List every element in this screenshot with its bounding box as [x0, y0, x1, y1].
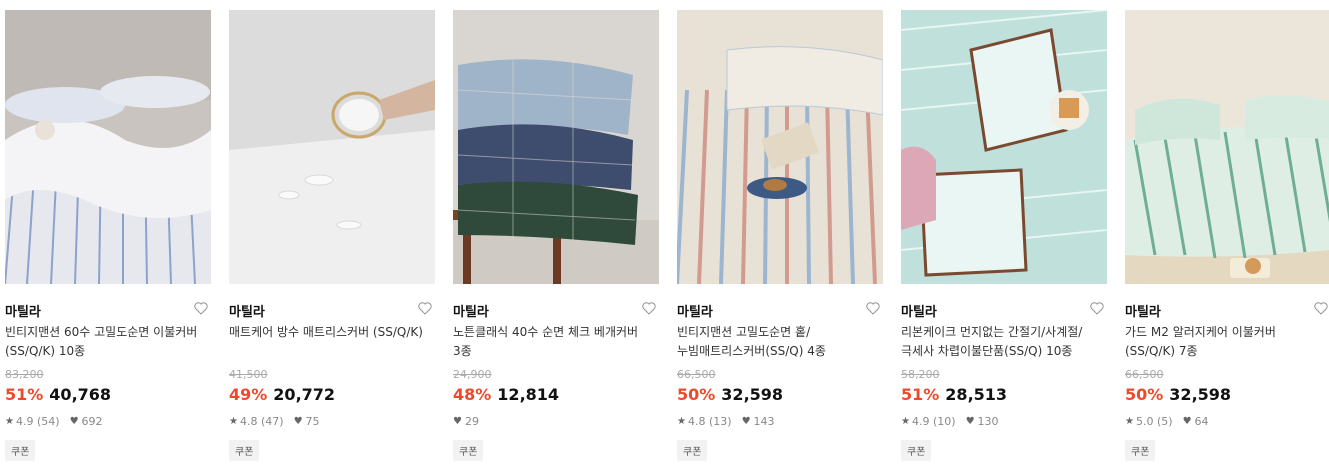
star-icon: ★	[1125, 416, 1134, 427]
original-price: 58,200	[901, 368, 940, 381]
like-count: 143	[753, 415, 775, 428]
product-image[interactable]	[5, 10, 211, 284]
product-image[interactable]	[901, 10, 1107, 284]
product-card[interactable]: 마틸라 매트케어 방수 매트리스커버 (SS/Q/K) 41,500 49% 20…	[229, 10, 435, 461]
heart-filled-icon: ♥	[1182, 416, 1192, 427]
heart-filled-icon: ♥	[965, 416, 975, 427]
product-card[interactable]: 마틸라 빈티지맨션 60수 고밀도순면 이불커버(SS/Q/K) 10종 83,…	[5, 10, 211, 461]
wishlist-heart-icon[interactable]	[417, 300, 435, 318]
brand-name: 마틸라	[1125, 305, 1161, 320]
price-line: 51% 28,513	[901, 385, 1007, 404]
heart-filled-icon: ♥	[293, 416, 303, 427]
wishlist-heart-icon[interactable]	[1313, 300, 1329, 318]
discount-rate: 51%	[5, 385, 44, 404]
price-line: 48% 12,814	[453, 385, 559, 404]
product-stats: ★ 4.9 (54) ♥ 692	[5, 415, 103, 428]
product-title[interactable]: 노튼클래식 40수 순면 체크 베개커버 3종	[453, 323, 653, 361]
product-stats: ★ 4.8 (13) ♥ 143	[677, 415, 775, 428]
original-price: 83,200	[5, 368, 44, 381]
star-icon: ★	[677, 416, 686, 427]
brand-name: 마틸라	[453, 305, 489, 320]
rating-value: 4.8	[687, 415, 706, 428]
product-image[interactable]	[229, 10, 435, 284]
like-count: 75	[305, 415, 320, 428]
product-title[interactable]: 가드 M2 알러지케어 이불커버 (SS/Q/K) 7종	[1125, 323, 1325, 361]
sale-price: 20,772	[273, 385, 336, 404]
heart-filled-icon: ♥	[741, 416, 751, 427]
wishlist-heart-icon[interactable]	[865, 300, 883, 318]
product-stats: ★ 4.9 (10) ♥ 130	[901, 415, 999, 428]
discount-rate: 51%	[901, 385, 940, 404]
product-stats: ♥ 29	[453, 415, 479, 428]
coupon-badge: 쿠폰	[5, 440, 36, 461]
original-price: 41,500	[229, 368, 268, 381]
like-count: 692	[81, 415, 103, 428]
product-image[interactable]	[453, 10, 659, 284]
sale-price: 40,768	[49, 385, 112, 404]
price-line: 51% 40,768	[5, 385, 111, 404]
like-count: 29	[464, 415, 479, 428]
rating-value: 4.9	[15, 415, 34, 428]
heart-filled-icon: ♥	[69, 416, 79, 427]
brand-name: 마틸라	[677, 305, 713, 320]
star-icon: ★	[5, 416, 14, 427]
product-card[interactable]: 마틸라 가드 M2 알러지케어 이불커버 (SS/Q/K) 7종 66,500 …	[1125, 10, 1329, 461]
price-line: 50% 32,598	[677, 385, 783, 404]
wishlist-heart-icon[interactable]	[193, 300, 211, 318]
original-price: 66,500	[677, 368, 716, 381]
review-count: (47)	[260, 415, 284, 428]
star-icon: ★	[901, 416, 910, 427]
review-count: (13)	[708, 415, 732, 428]
brand-name: 마틸라	[901, 305, 937, 320]
original-price: 24,900	[453, 368, 492, 381]
product-title[interactable]: 리본케이크 먼지없는 간절기/사계절/극세사 차렵이불단품(SS/Q) 10종	[901, 323, 1101, 361]
like-count: 130	[977, 415, 999, 428]
discount-rate: 50%	[677, 385, 716, 404]
coupon-badge: 쿠폰	[677, 440, 708, 461]
product-stats: ★ 5.0 (5) ♥ 64	[1125, 415, 1209, 428]
like-count: 64	[1194, 415, 1209, 428]
original-price: 66,500	[1125, 368, 1164, 381]
product-card[interactable]: 마틸라 노튼클래식 40수 순면 체크 베개커버 3종 24,900 48% 12…	[453, 10, 659, 461]
price-line: 50% 32,598	[1125, 385, 1231, 404]
coupon-badge: 쿠폰	[229, 440, 260, 461]
rating-value: 4.8	[239, 415, 258, 428]
wishlist-heart-icon[interactable]	[641, 300, 659, 318]
product-image[interactable]	[677, 10, 883, 284]
heart-filled-icon: ♥	[453, 416, 462, 427]
review-count: (54)	[36, 415, 60, 428]
brand-name: 마틸라	[5, 305, 41, 320]
review-count: (5)	[1156, 415, 1173, 428]
product-title[interactable]: 빈티지맨션 60수 고밀도순면 이불커버(SS/Q/K) 10종	[5, 323, 205, 361]
sale-price: 32,598	[721, 385, 784, 404]
price-line: 49% 20,772	[229, 385, 335, 404]
product-title[interactable]: 빈티지맨션 고밀도순면 홑/누빔매트리스커버(SS/Q) 4종	[677, 323, 877, 361]
coupon-badge: 쿠폰	[901, 440, 932, 461]
product-stats: ★ 4.8 (47) ♥ 75	[229, 415, 320, 428]
product-image[interactable]	[1125, 10, 1329, 284]
wishlist-heart-icon[interactable]	[1089, 300, 1107, 318]
star-icon: ★	[229, 416, 238, 427]
discount-rate: 48%	[453, 385, 492, 404]
discount-rate: 50%	[1125, 385, 1164, 404]
product-card[interactable]: 마틸라 리본케이크 먼지없는 간절기/사계절/극세사 차렵이불단품(SS/Q) …	[901, 10, 1107, 461]
rating-value: 5.0	[1135, 415, 1154, 428]
sale-price: 12,814	[497, 385, 560, 404]
discount-rate: 49%	[229, 385, 268, 404]
sale-price: 28,513	[945, 385, 1008, 404]
coupon-badge: 쿠폰	[453, 440, 484, 461]
sale-price: 32,598	[1169, 385, 1232, 404]
product-title[interactable]: 매트케어 방수 매트리스커버 (SS/Q/K)	[229, 323, 429, 342]
coupon-badge: 쿠폰	[1125, 440, 1156, 461]
product-card[interactable]: 마틸라 빈티지맨션 고밀도순면 홑/누빔매트리스커버(SS/Q) 4종 66,5…	[677, 10, 883, 461]
brand-name: 마틸라	[229, 305, 265, 320]
review-count: (10)	[932, 415, 956, 428]
rating-value: 4.9	[911, 415, 930, 428]
